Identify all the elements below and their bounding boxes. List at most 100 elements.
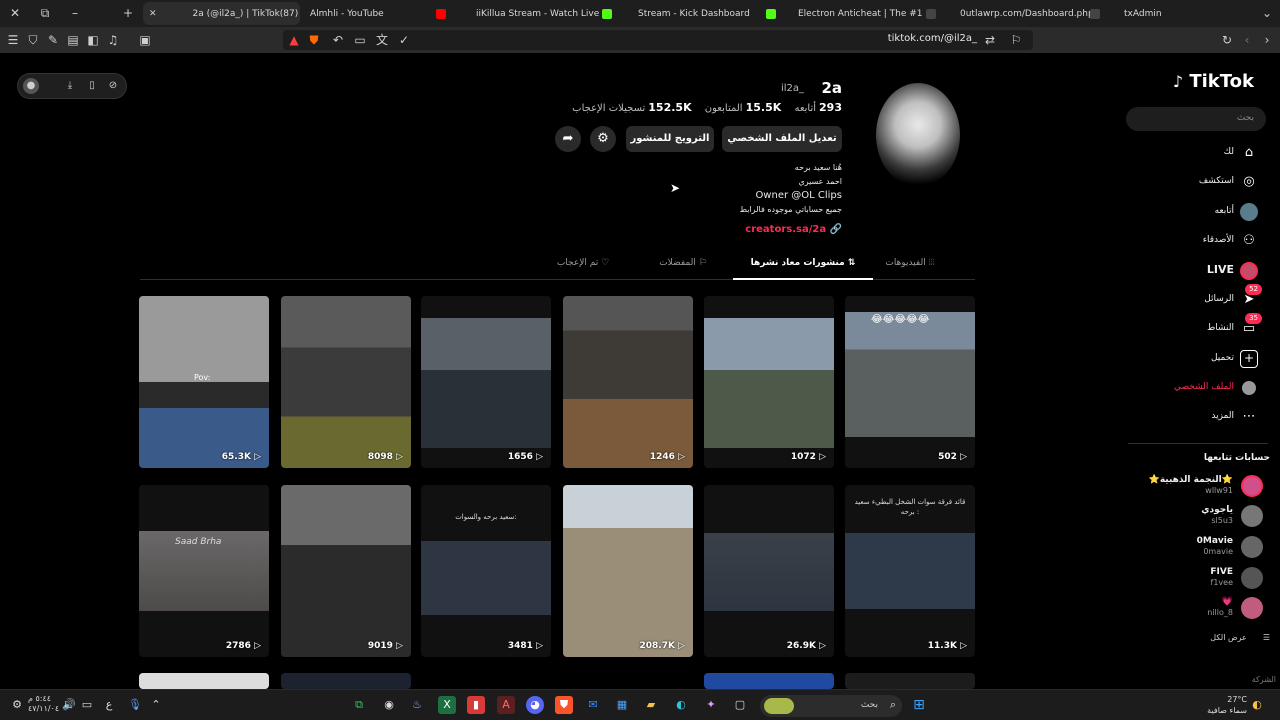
- nav-friends[interactable]: الأصدقاء ⚇: [1128, 229, 1262, 253]
- tab-search-icon[interactable]: ⌄: [1256, 3, 1278, 23]
- app-icon[interactable]: ⧉: [350, 696, 368, 714]
- reader-icon[interactable]: ▭: [351, 31, 369, 49]
- weather-icon[interactable]: ◐: [1248, 696, 1266, 714]
- tab-liked[interactable]: تم الإعجاب ♡: [513, 250, 653, 280]
- video-tile[interactable]: [281, 673, 411, 689]
- extension-icon[interactable]: ✓: [395, 31, 413, 49]
- volume-icon[interactable]: 🔊: [60, 696, 78, 714]
- tab-kick-stream[interactable]: iiKillua Stream - Watch Live on Ki: [472, 2, 620, 25]
- video-tile[interactable]: قائد فرقة سوات الشخل البطيء سعيد برحه : …: [845, 485, 975, 657]
- edit-profile-button[interactable]: تعديل الملف الشخصي: [722, 126, 842, 152]
- discord-icon[interactable]: ◕: [526, 696, 544, 714]
- video-tile[interactable]: Saad Brha 2786 ▷: [139, 485, 269, 657]
- translate-icon[interactable]: 文: [373, 31, 391, 49]
- menu-icon[interactable]: ☰: [4, 31, 22, 49]
- obs-icon[interactable]: ◉: [380, 696, 398, 714]
- nav-more[interactable]: المزيد ⋯: [1128, 405, 1262, 429]
- app-red-icon[interactable]: ▮: [467, 696, 485, 714]
- close-tab-icon[interactable]: ✕: [149, 9, 157, 19]
- nav-for-you[interactable]: لك ⌂: [1128, 141, 1262, 165]
- compass-small-icon[interactable]: ⊘: [105, 78, 121, 94]
- forward-icon[interactable]: ›: [1258, 31, 1276, 49]
- search-input[interactable]: بحث: [1126, 107, 1266, 131]
- profile-avatar[interactable]: [876, 83, 960, 187]
- video-tile[interactable]: 26.9K ▷: [704, 485, 834, 657]
- task-view-icon[interactable]: ▢: [731, 696, 749, 714]
- bookmark-icon[interactable]: ⚐: [1007, 31, 1025, 49]
- tab-outlawrp[interactable]: 0utlawrp.com/Dashboard.php: [956, 2, 1104, 25]
- minimize-icon[interactable]: –: [64, 3, 86, 23]
- screenshot-icon[interactable]: ▣: [136, 31, 154, 49]
- video-tile[interactable]: [704, 673, 834, 689]
- settings-icon[interactable]: ⚙: [590, 126, 616, 152]
- tab-tiktok[interactable]: ✕ 2a (@il2a_) | TikTok(87): [143, 2, 300, 25]
- outlook-icon[interactable]: ✉: [584, 696, 602, 714]
- video-tile[interactable]: سعيد برحه والسوات: 3481 ▷: [421, 485, 551, 657]
- reload-page-icon[interactable]: ↶: [329, 31, 347, 49]
- tab-reposts[interactable]: منشورات معاد نشرها ⇅: [733, 250, 873, 280]
- brave-icon[interactable]: ⛊: [555, 696, 573, 714]
- network-icon[interactable]: ▭: [78, 696, 96, 714]
- shield-icon[interactable]: ⛉: [24, 31, 42, 49]
- sidebar-icon[interactable]: ◧: [84, 31, 102, 49]
- taskbar-search[interactable]: بحث ⌕: [760, 695, 902, 717]
- close-window-icon[interactable]: ✕: [4, 3, 26, 23]
- new-tab-icon[interactable]: +: [117, 3, 139, 23]
- share-icon[interactable]: ➦: [555, 126, 581, 152]
- excel-icon[interactable]: X: [438, 696, 456, 714]
- microphone-icon[interactable]: 🎙: [126, 696, 144, 714]
- back-icon[interactable]: ‹: [1238, 31, 1256, 49]
- video-tile[interactable]: 1072 ▷: [704, 296, 834, 468]
- following-account[interactable]: FIVE f1vee: [1138, 566, 1263, 592]
- settings-gear-icon[interactable]: ⚙: [8, 696, 26, 714]
- nav-profile[interactable]: الملف الشخصي: [1128, 376, 1262, 400]
- reload-icon[interactable]: ↻: [1218, 31, 1236, 49]
- address-bar[interactable]: ▲ ⛊ ↶ ▭ 文 ✓ tiktok.com/@il2a_ ⇄ ⚐: [283, 30, 1033, 50]
- video-tile[interactable]: 1656 ▷: [421, 296, 551, 468]
- app-a-icon[interactable]: A: [497, 696, 515, 714]
- following-account[interactable]: ياجودي sl5u3: [1138, 504, 1263, 530]
- video-tile[interactable]: Pov: 65.3K ▷: [139, 296, 269, 468]
- restore-icon[interactable]: ⧉: [34, 3, 56, 23]
- profile-link[interactable]: creators.sa/2a 🔗: [745, 224, 842, 235]
- nav-explore[interactable]: استكشف ◎: [1128, 170, 1262, 194]
- edge-icon[interactable]: ◐: [672, 696, 690, 714]
- following-account[interactable]: ⭐النجمة الذهبية⭐ wllw91: [1138, 474, 1263, 500]
- tiktok-logo[interactable]: ♪ TikTok: [1173, 71, 1254, 92]
- tab-electron[interactable]: Electron Anticheat | The #1 FiveM A: [794, 2, 942, 25]
- tab-txadmin[interactable]: txAdmin: [1120, 2, 1240, 25]
- language-icon[interactable]: ع: [100, 696, 118, 714]
- clock[interactable]: ٥:٤٤ م ٤٧/١١/٠٤: [28, 694, 59, 714]
- nav-live[interactable]: LIVE: [1128, 259, 1262, 283]
- folder-icon[interactable]: ▰: [642, 696, 660, 714]
- nav-following[interactable]: أتابعه: [1128, 200, 1262, 224]
- video-tile[interactable]: 1246 ▷: [563, 296, 693, 468]
- avatar-icon[interactable]: ●: [23, 78, 39, 94]
- see-all-button[interactable]: عرض الكل ☰: [1210, 633, 1270, 642]
- edit-icon[interactable]: ✎: [44, 31, 62, 49]
- vivaldi-icon[interactable]: ▲: [285, 31, 303, 49]
- tabs-icon[interactable]: ▤: [64, 31, 82, 49]
- nav-upload[interactable]: تحميل +: [1128, 347, 1262, 371]
- steam-icon[interactable]: ♨: [408, 696, 426, 714]
- following-account[interactable]: 0Mavie 0mavie: [1138, 535, 1263, 561]
- video-tile[interactable]: [845, 673, 975, 689]
- video-tile[interactable]: 9019 ▷: [281, 485, 411, 657]
- weather-widget[interactable]: 27°C سماء صافية: [1205, 694, 1247, 716]
- nav-messages[interactable]: الرسائل ➤ 52: [1128, 284, 1262, 312]
- tray-expand-icon[interactable]: ⌃: [147, 696, 165, 714]
- site-settings-icon[interactable]: ⇄: [981, 31, 999, 49]
- windows-start-icon[interactable]: ⊞: [910, 696, 928, 714]
- tab-youtube[interactable]: Almhli - YouTube: [306, 2, 456, 25]
- video-tile[interactable]: 8098 ▷: [281, 296, 411, 468]
- following-account[interactable]: 💗 nillo_8: [1138, 596, 1263, 622]
- store-icon[interactable]: ▦: [613, 696, 631, 714]
- brave-shield-icon[interactable]: ⛊: [305, 31, 323, 49]
- music-icon[interactable]: ♫: [104, 31, 122, 49]
- video-tile[interactable]: [139, 673, 269, 689]
- phone-icon[interactable]: ▯: [84, 78, 100, 94]
- nav-activity[interactable]: النشاط ▭ 35: [1128, 313, 1262, 341]
- video-tile[interactable]: 208.7K ▷: [563, 485, 693, 657]
- copilot-icon[interactable]: ✦: [702, 696, 720, 714]
- tab-kick-dashboard[interactable]: Stream - Kick Dashboard: [634, 2, 782, 25]
